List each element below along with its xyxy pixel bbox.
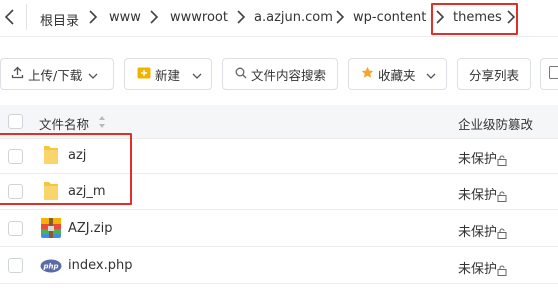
divider bbox=[26, 4, 27, 30]
php-icon: php bbox=[40, 258, 62, 277]
back-arrow-icon[interactable] bbox=[2, 7, 16, 27]
file-content-search-label: 文件内容搜索 bbox=[251, 67, 327, 83]
favorites-label: 收藏夹 bbox=[378, 67, 416, 83]
protect-status: 未保护 bbox=[458, 152, 498, 167]
more-icon bbox=[549, 66, 558, 82]
select-all-checkbox[interactable] bbox=[8, 114, 23, 129]
lock-icon[interactable] bbox=[497, 224, 508, 243]
lock-icon[interactable] bbox=[497, 261, 508, 280]
lock-icon[interactable] bbox=[497, 187, 508, 206]
breadcrumb-item-root[interactable]: 根目录 bbox=[40, 10, 79, 29]
new-folder-icon bbox=[137, 67, 151, 82]
favorites-button[interactable]: 收藏夹 bbox=[348, 58, 447, 90]
row-checkbox[interactable] bbox=[8, 258, 23, 273]
upload-download-button[interactable]: 上传/下载 bbox=[0, 58, 114, 90]
protect-status: 未保护 bbox=[458, 262, 498, 277]
zip-icon bbox=[41, 218, 61, 242]
chevron-right-icon bbox=[149, 8, 159, 26]
breadcrumb-item-wp-content[interactable]: wp-content bbox=[353, 10, 426, 25]
file-name[interactable]: index.php bbox=[68, 258, 132, 273]
chevron-right-icon bbox=[435, 8, 445, 26]
breadcrumb-item-www[interactable]: www bbox=[109, 10, 141, 25]
column-header-protect: 企业级防篡改 bbox=[458, 117, 534, 132]
new-label: 新建 bbox=[155, 67, 181, 83]
breadcrumb-item-domain[interactable]: a.azjun.com bbox=[254, 10, 333, 25]
chevron-right-icon bbox=[88, 8, 98, 26]
breadcrumb-item-wwwroot[interactable]: wwwroot bbox=[170, 10, 228, 25]
star-icon bbox=[361, 66, 374, 82]
protect-status: 未保护 bbox=[458, 225, 498, 240]
share-list-label: 分享列表 bbox=[468, 67, 519, 83]
file-name[interactable]: AZJ.zip bbox=[68, 221, 112, 236]
highlight-box-folders bbox=[0, 133, 132, 205]
new-button[interactable]: 新建 bbox=[124, 58, 212, 90]
divider bbox=[0, 283, 558, 284]
upload-icon bbox=[11, 66, 24, 82]
divider bbox=[0, 36, 558, 37]
column-header-name[interactable]: 文件名称 bbox=[39, 114, 89, 133]
lock-icon[interactable] bbox=[497, 151, 508, 170]
upload-download-label: 上传/下载 bbox=[28, 67, 83, 83]
chevron-down-icon bbox=[426, 67, 436, 82]
chevron-right-icon bbox=[506, 8, 516, 26]
row-checkbox[interactable] bbox=[8, 221, 23, 236]
chevron-right-icon bbox=[335, 8, 345, 26]
chevron-right-icon bbox=[236, 8, 246, 26]
more-button[interactable] bbox=[540, 58, 558, 90]
chevron-down-icon bbox=[88, 67, 98, 82]
breadcrumb-item-themes[interactable]: themes bbox=[453, 10, 502, 25]
protect-status: 未保护 bbox=[458, 188, 498, 203]
share-list-button[interactable]: 分享列表 bbox=[457, 58, 531, 90]
sort-icon[interactable] bbox=[98, 114, 106, 133]
file-content-search-button[interactable]: 文件内容搜索 bbox=[222, 58, 338, 90]
search-icon bbox=[235, 67, 247, 82]
svg-text:php: php bbox=[42, 263, 58, 271]
chevron-down-icon bbox=[192, 67, 202, 82]
